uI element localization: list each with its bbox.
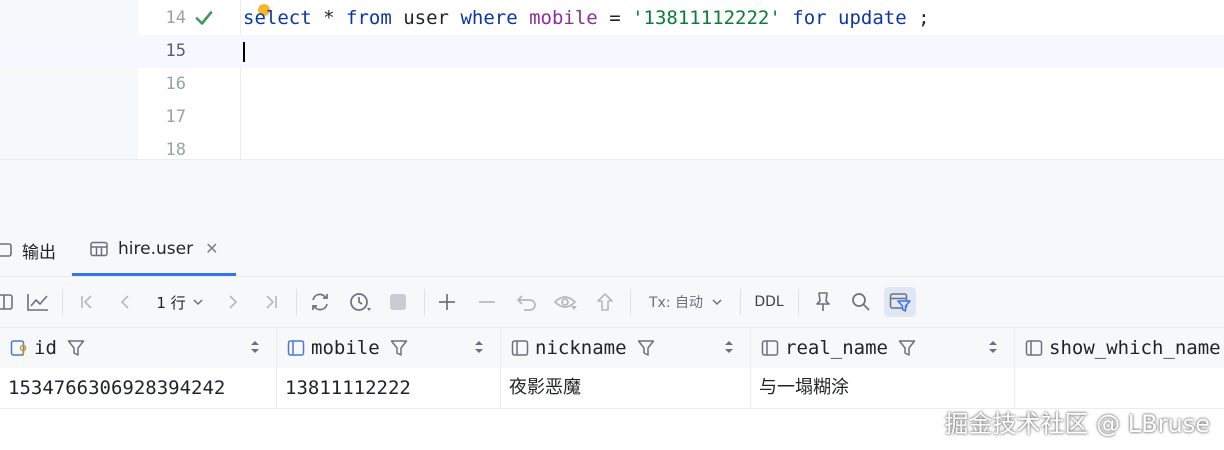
transaction-mode-label: Tx: 自动	[648, 295, 703, 311]
line-number: 16	[165, 74, 186, 94]
transaction-mode-dropdown[interactable]: Tx: 自动	[644, 287, 728, 317]
table-icon	[90, 241, 108, 256]
filter-icon[interactable]	[637, 339, 655, 357]
chevron-down-icon	[193, 299, 203, 306]
stop-icon[interactable]	[386, 287, 410, 317]
code-line-15[interactable]: 15	[0, 35, 1224, 68]
preview-changes-icon[interactable]	[552, 287, 580, 317]
text-caret	[243, 42, 245, 62]
sql-editor[interactable]: 14 select * from user where mobile = '13…	[0, 0, 1224, 159]
add-row-icon[interactable]	[434, 287, 460, 317]
row-count-dropdown[interactable]: 1 行	[150, 287, 210, 317]
cell-id[interactable]: 1534766306928394242	[0, 368, 277, 408]
chart-icon[interactable]	[24, 287, 52, 317]
column-icon	[761, 340, 779, 356]
table-row[interactable]: 1534766306928394242 13811112222 夜影恶魔 与一塌…	[0, 368, 1224, 409]
sort-icon[interactable]	[724, 339, 734, 355]
semicolon-token: ;	[918, 7, 930, 29]
row-count-label: 1 行	[156, 293, 186, 312]
submit-icon[interactable]	[592, 287, 618, 317]
keyword-select: select	[243, 7, 312, 29]
toolbar-separator	[62, 289, 63, 315]
refresh-icon[interactable]	[306, 287, 334, 317]
sql-statement[interactable]: select * from user where mobile = '13811…	[243, 2, 930, 35]
ddl-button[interactable]: DDL	[750, 287, 788, 317]
code-line-14[interactable]: 14 select * from user where mobile = '13…	[0, 2, 1224, 35]
column-name: real_name	[785, 337, 888, 359]
toolbar-separator	[798, 289, 799, 315]
toolbar-separator	[296, 289, 297, 315]
splitter-area	[0, 159, 1224, 225]
column-header-mobile[interactable]: mobile	[277, 328, 501, 368]
column-name: nickname	[535, 337, 627, 359]
cell-real-name[interactable]: 与一塌糊涂	[751, 368, 1015, 408]
column-name: mobile	[311, 337, 380, 359]
column-header-show-which-name[interactable]: show_which_name	[1015, 328, 1224, 368]
keyword-for-update: for update	[792, 7, 907, 29]
filter-icon[interactable]	[390, 339, 408, 357]
code-line-17[interactable]: 17	[0, 101, 1224, 134]
column-header-id[interactable]: id	[0, 328, 277, 368]
keyword-where: where	[460, 7, 518, 29]
history-icon[interactable]	[346, 287, 374, 317]
line-number: 15	[165, 41, 186, 61]
toolbar-separator	[630, 289, 631, 315]
column-icon	[287, 340, 305, 356]
column-icon	[511, 340, 529, 356]
grid-view-icon[interactable]	[0, 287, 14, 317]
output-icon	[0, 243, 12, 257]
column-name: id	[34, 337, 57, 359]
toolbar-separator	[424, 289, 425, 315]
last-page-icon[interactable]	[258, 287, 284, 317]
table-token: user	[403, 7, 449, 29]
first-page-icon[interactable]	[74, 287, 100, 317]
filter-panel-toggle-icon[interactable]	[884, 287, 916, 317]
result-toolbar: 1 行 Tx: 自动 DDL	[0, 277, 1224, 328]
tab-output[interactable]: 输出	[0, 224, 56, 276]
code-line-18[interactable]: 18	[0, 134, 1224, 159]
close-icon[interactable]: ✕	[205, 239, 218, 258]
cell-nickname[interactable]: 夜影恶魔	[501, 368, 751, 408]
results-tab-strip: 输出 hire.user ✕	[0, 224, 1224, 277]
ddl-label: DDL	[754, 294, 784, 310]
line-number: 14	[165, 8, 186, 28]
code-line-16[interactable]: 16	[0, 68, 1224, 101]
chevron-down-icon	[712, 299, 722, 306]
string-literal: '13811112222'	[632, 7, 781, 29]
key-column-icon	[10, 340, 27, 356]
undo-icon[interactable]	[514, 287, 540, 317]
pin-icon[interactable]	[810, 287, 836, 317]
previous-page-icon[interactable]	[112, 287, 138, 317]
line-number: 18	[165, 140, 186, 159]
star-token: *	[323, 7, 335, 29]
line-number: 17	[165, 107, 186, 127]
cell-mobile[interactable]: 13811112222	[277, 368, 501, 408]
tab-label: 输出	[22, 242, 56, 263]
column-icon	[1025, 340, 1043, 356]
cell-show-which-name[interactable]	[1015, 368, 1224, 408]
toolbar-separator	[740, 289, 741, 315]
watermark: 掘金技术社区 @ LBruse	[944, 410, 1210, 438]
column-token: mobile	[529, 7, 598, 29]
sort-icon[interactable]	[250, 339, 260, 355]
search-icon[interactable]	[848, 287, 874, 317]
grid-header: id mobile nickname real_name show_which_…	[0, 328, 1224, 369]
column-name: show_which_name	[1049, 337, 1221, 359]
remove-row-icon[interactable]	[474, 287, 500, 317]
tab-hire-user[interactable]: hire.user ✕	[72, 224, 237, 276]
column-header-nickname[interactable]: nickname	[501, 328, 751, 368]
tab-label: hire.user	[118, 238, 194, 259]
check-icon	[195, 11, 213, 25]
sort-icon[interactable]	[988, 339, 998, 355]
column-header-real-name[interactable]: real_name	[751, 328, 1015, 368]
keyword-from: from	[346, 7, 392, 29]
operator-token: =	[609, 7, 621, 29]
filter-icon[interactable]	[67, 339, 85, 357]
sort-icon[interactable]	[474, 339, 484, 355]
filter-icon[interactable]	[898, 339, 916, 357]
next-page-icon[interactable]	[220, 287, 246, 317]
